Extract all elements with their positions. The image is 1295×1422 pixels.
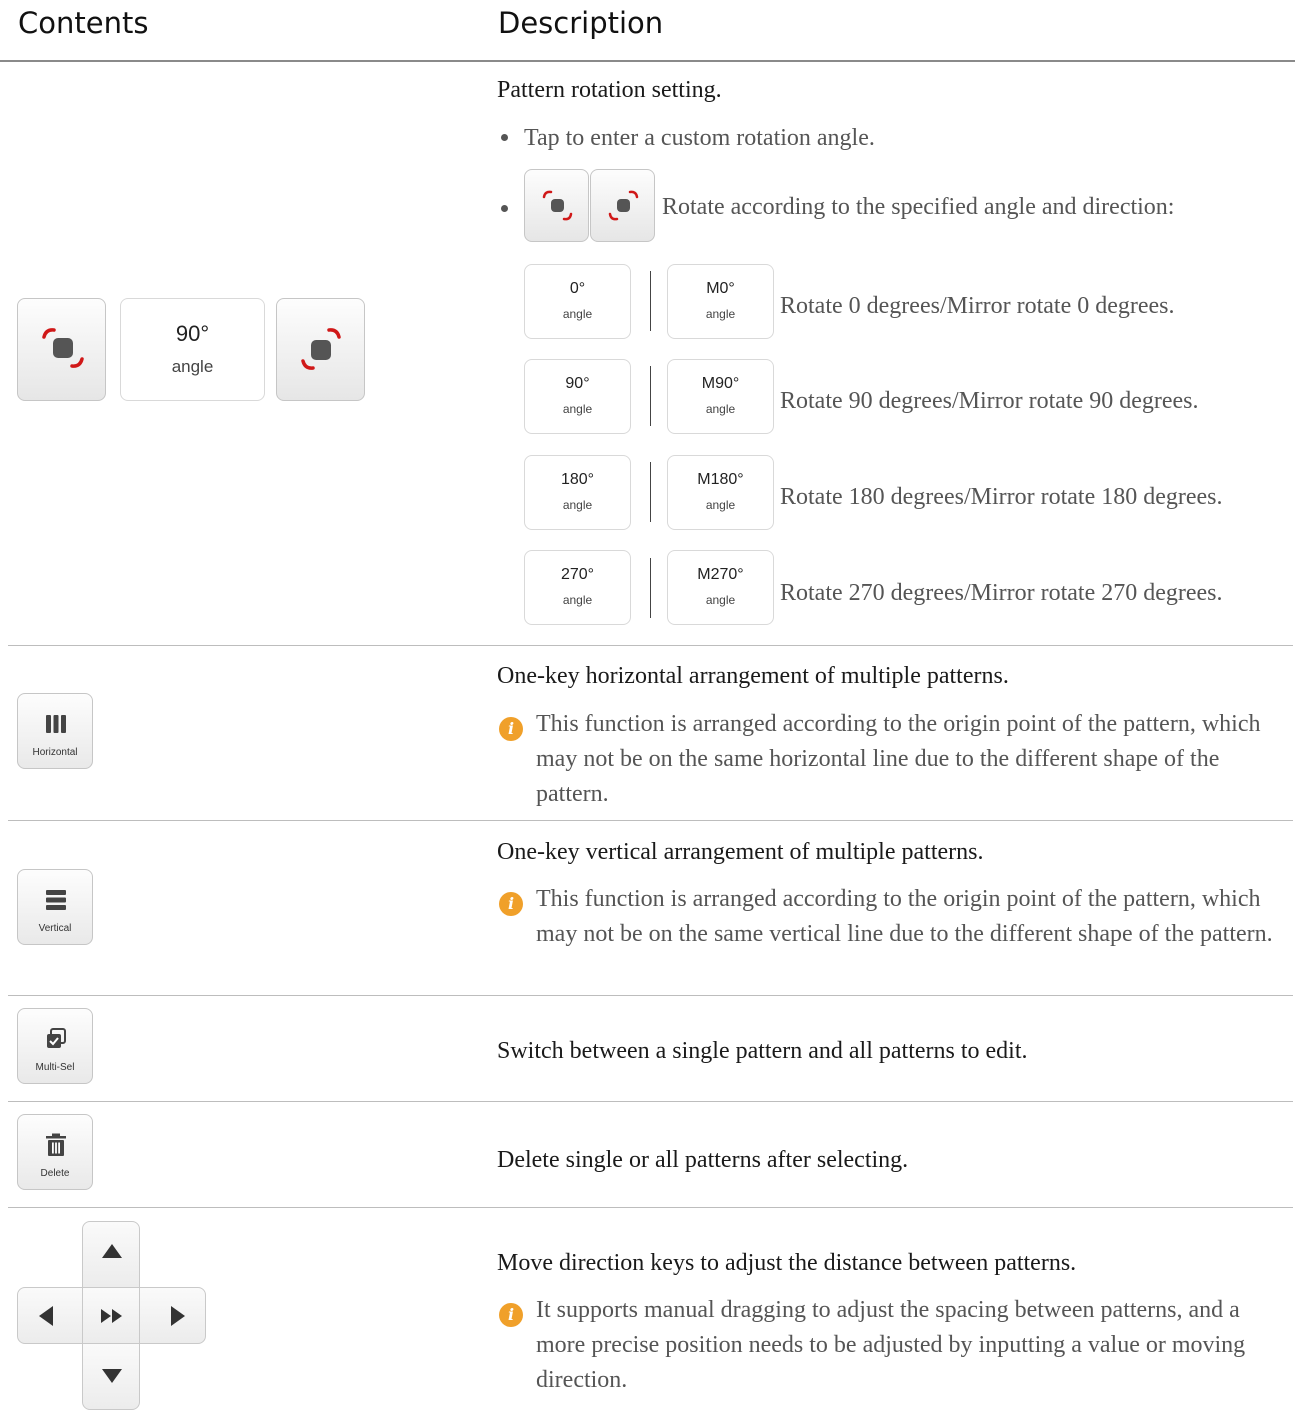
rotation-title: Pattern rotation setting. [497,77,722,103]
row-divider [8,820,1293,821]
preset-unit: angle [562,307,593,321]
info-icon: i [499,892,523,916]
vertical-label: Vertical [38,923,72,934]
bullet-dot [501,134,508,141]
row-divider [8,645,1293,646]
preset-angle: 180° [560,471,595,488]
move-right-button[interactable] [139,1287,206,1344]
divider [650,366,651,426]
preset-angle: 270° [560,566,595,583]
multi-sel-title: Switch between a single pattern and all … [497,1038,1028,1064]
preset-0-text: Rotate 0 degrees/Mirror rotate 0 degrees… [780,293,1175,319]
rotate-ccw-button[interactable] [17,298,106,401]
multi-select-icon [47,1028,66,1048]
direction-note: It supports manual dragging to adjust th… [536,1297,1246,1393]
rotate-ccw-icon [542,190,573,221]
arrow-down-icon [102,1369,122,1383]
preset-unit: angle [562,593,593,607]
info-icon: i [499,1303,523,1327]
preset-unit: angle [562,498,593,512]
delete-button[interactable]: Delete [17,1114,93,1190]
preset-180-text: Rotate 180 degrees/Mirror rotate 180 deg… [780,484,1223,510]
table-header: Contents Description [0,0,1295,62]
preset-m270-button[interactable]: M270° angle [667,550,774,625]
rotate-ccw-mini-button [524,169,589,242]
vertical-note: This function is arranged according to t… [536,886,1273,947]
horizontal-note: This function is arranged according to t… [536,711,1261,807]
contents-heading: Contents [18,6,149,40]
trash-icon [46,1133,66,1156]
preset-angle: 90° [565,375,590,392]
horizontal-button[interactable]: Horizontal [17,693,93,769]
rotate-cw-mini-button [590,169,655,242]
preset-unit: angle [705,307,736,321]
preset-angle: M90° [701,375,740,392]
preset-unit: angle [705,402,736,416]
angle-value: 90° [175,321,210,346]
rotate-cw-button[interactable] [276,298,365,401]
preset-unit: angle [705,498,736,512]
arrow-up-icon [102,1244,122,1258]
divider [650,558,651,618]
multi-sel-label: Multi-Sel [35,1062,75,1073]
horizontal-label: Horizontal [32,747,78,758]
columns-icon [46,715,66,733]
vertical-title: One-key vertical arrangement of multiple… [497,839,984,865]
preset-m180-button[interactable]: M180° angle [667,455,774,530]
move-left-button[interactable] [17,1287,83,1344]
bullet-dot [501,205,508,212]
arrow-right-icon [171,1306,185,1326]
arrow-left-icon [39,1306,53,1326]
preset-unit: angle [562,402,593,416]
rows-icon [46,890,66,910]
description-heading: Description [498,6,664,40]
vertical-button[interactable]: Vertical [17,869,93,945]
angle-input-button[interactable]: 90° angle [120,298,265,401]
preset-unit: angle [705,593,736,607]
row-divider [8,995,1293,996]
multi-sel-button[interactable]: Multi-Sel [17,1008,93,1084]
preset-angle: M270° [697,566,744,583]
row-divider [8,1207,1293,1208]
preset-90-button[interactable]: 90° angle [524,359,631,434]
preset-270-button[interactable]: 270° angle [524,550,631,625]
rotate-cw-icon [608,190,639,221]
rotate-cw-icon [301,328,341,370]
horizontal-title: One-key horizontal arrangement of multip… [497,663,1009,689]
row-divider [8,1101,1293,1102]
direction-title: Move direction keys to adjust the distan… [497,1250,1077,1276]
preset-angle: 0° [569,280,586,297]
rotation-bullet-1: Tap to enter a custom rotation angle. [524,125,875,151]
info-icon: i [499,717,523,741]
preset-90-text: Rotate 90 degrees/Mirror rotate 90 degre… [780,388,1199,414]
divider [650,271,651,331]
preset-270-text: Rotate 270 degrees/Mirror rotate 270 deg… [780,580,1223,606]
preset-0-button[interactable]: 0° angle [524,264,631,339]
rotate-ccw-icon [42,328,84,368]
preset-m0-button[interactable]: M0° angle [667,264,774,339]
delete-label: Delete [40,1168,70,1179]
divider [650,462,651,522]
preset-m90-button[interactable]: M90° angle [667,359,774,434]
delete-title: Delete single or all patterns after sele… [497,1147,909,1173]
angle-unit: angle [171,357,214,376]
move-up-button[interactable] [82,1221,140,1288]
preset-angle: M0° [706,280,735,297]
fast-forward-icon [101,1309,122,1323]
move-center-button[interactable] [82,1287,140,1344]
rotation-bullet-2: Rotate according to the specified angle … [662,194,1175,220]
move-down-button[interactable] [82,1343,140,1410]
preset-180-button[interactable]: 180° angle [524,455,631,530]
preset-angle: M180° [697,471,744,488]
